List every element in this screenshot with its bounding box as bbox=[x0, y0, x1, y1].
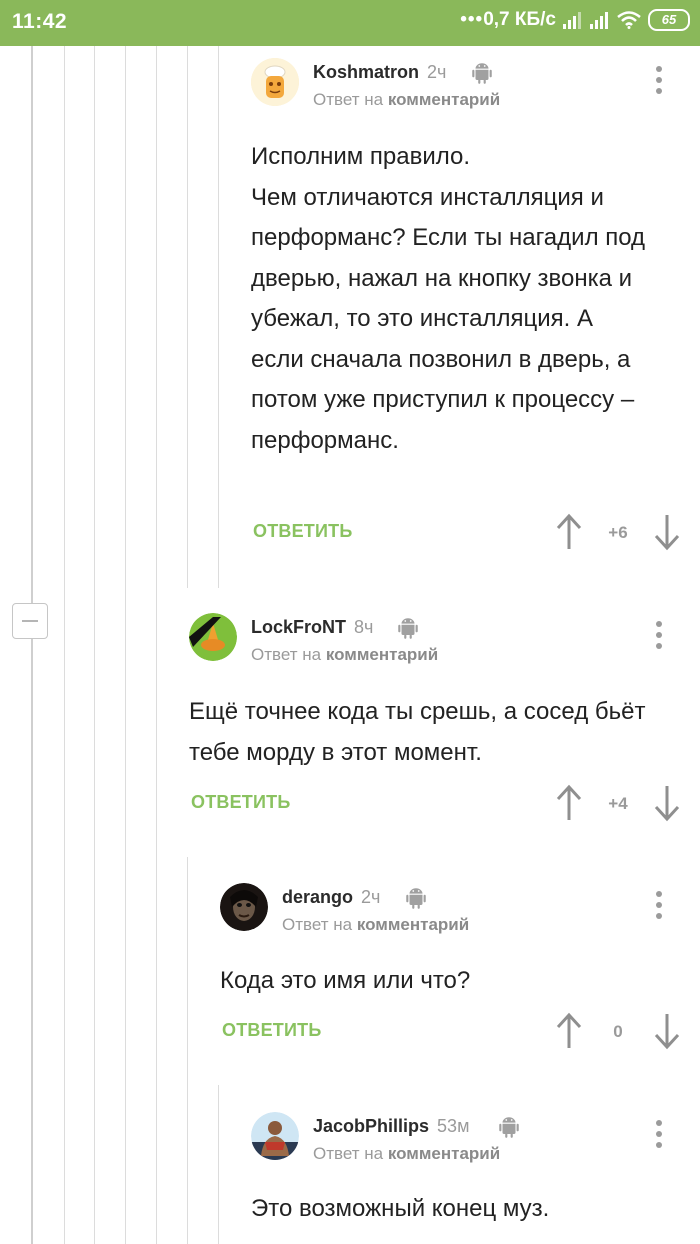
comment-author[interactable]: derango 2ч bbox=[282, 887, 380, 908]
avatar[interactable] bbox=[251, 58, 299, 106]
status-time: 11:42 bbox=[12, 10, 68, 33]
reply-button[interactable]: ОТВЕТИТЬ bbox=[253, 521, 352, 542]
downvote-arrow-icon[interactable] bbox=[653, 784, 681, 822]
reply-to[interactable]: Ответ на комментарий bbox=[313, 90, 500, 110]
reply-button[interactable]: ОТВЕТИТЬ bbox=[222, 1020, 321, 1041]
wifi-icon bbox=[617, 11, 641, 29]
thread-line bbox=[187, 857, 188, 1244]
more-vert-icon[interactable] bbox=[649, 66, 669, 96]
thread-line bbox=[218, 46, 219, 588]
comment-time: 2ч bbox=[361, 887, 381, 907]
comment: JacobPhillips 53м Ответ на комментарий Эт… bbox=[251, 1112, 700, 1244]
battery-icon: 65 bbox=[648, 9, 690, 31]
avatar[interactable] bbox=[251, 1112, 299, 1160]
thread-line bbox=[187, 46, 188, 588]
avatar[interactable] bbox=[220, 883, 268, 931]
comment: Koshmatron 2ч Ответ на комментарий Исполн… bbox=[251, 58, 700, 568]
comment-author[interactable]: Koshmatron 2ч bbox=[313, 62, 446, 83]
collapse-thread-icon[interactable] bbox=[12, 603, 48, 639]
comment-author[interactable]: LockFroNT 8ч bbox=[251, 617, 373, 638]
upvote-arrow-icon[interactable] bbox=[555, 784, 583, 822]
thread-line bbox=[125, 46, 126, 1244]
downvote-arrow-icon[interactable] bbox=[653, 513, 681, 551]
comment-time: 53м bbox=[437, 1116, 470, 1136]
thread-line bbox=[64, 46, 65, 1244]
reply-to[interactable]: Ответ на комментарий bbox=[251, 645, 438, 665]
comment: derango 2ч Ответ на комментарий Кода это … bbox=[220, 883, 700, 1063]
upvote-arrow-icon[interactable] bbox=[555, 1012, 583, 1050]
status-bar: 11:42 •••0,7 КБ/с 65 bbox=[0, 0, 700, 46]
vote-controls: 0 bbox=[555, 1012, 685, 1052]
comment-text: Исполним правило. Чем отличаются инсталл… bbox=[251, 143, 646, 454]
comment-score: +6 bbox=[608, 523, 628, 542]
vote-controls: +4 bbox=[555, 784, 685, 824]
avatar[interactable] bbox=[189, 613, 237, 661]
more-vert-icon[interactable] bbox=[649, 621, 669, 651]
comment-author[interactable]: JacobPhillips 53м bbox=[313, 1116, 469, 1137]
more-vert-icon[interactable] bbox=[649, 891, 669, 921]
comment-score: +4 bbox=[608, 794, 628, 813]
comment: LockFroNT 8ч Ответ на комментарий Ещё точ… bbox=[189, 613, 700, 828]
signal-icon bbox=[590, 11, 610, 29]
android-icon bbox=[499, 1117, 519, 1138]
thread-line bbox=[156, 46, 157, 1244]
network-speed: •••0,7 КБ/с bbox=[460, 9, 556, 30]
thread-line bbox=[218, 1085, 219, 1244]
reply-button[interactable]: ОТВЕТИТЬ bbox=[191, 792, 290, 813]
android-icon bbox=[406, 888, 426, 909]
more-vert-icon[interactable] bbox=[649, 1120, 669, 1150]
comment-score: 0 bbox=[613, 1022, 623, 1041]
comment-text: Кода это имя или что? bbox=[220, 967, 471, 994]
comment-time: 8ч bbox=[354, 617, 374, 637]
downvote-arrow-icon[interactable] bbox=[653, 1012, 681, 1050]
reply-to[interactable]: Ответ на комментарий bbox=[282, 915, 469, 935]
comment-text: Ещё точнее кода ты срешь, а сосед бьёт т… bbox=[189, 698, 646, 766]
reply-to[interactable]: Ответ на комментарий bbox=[313, 1144, 500, 1164]
thread-line bbox=[31, 46, 33, 1244]
android-icon bbox=[398, 618, 418, 639]
comment-text: Это возможный конец муз. bbox=[251, 1195, 550, 1222]
upvote-arrow-icon[interactable] bbox=[555, 513, 583, 551]
signal-icon bbox=[563, 11, 583, 29]
thread-line bbox=[94, 46, 95, 1244]
vote-controls: +6 bbox=[555, 513, 685, 553]
comment-time: 2ч bbox=[427, 62, 447, 82]
android-icon bbox=[472, 63, 492, 84]
